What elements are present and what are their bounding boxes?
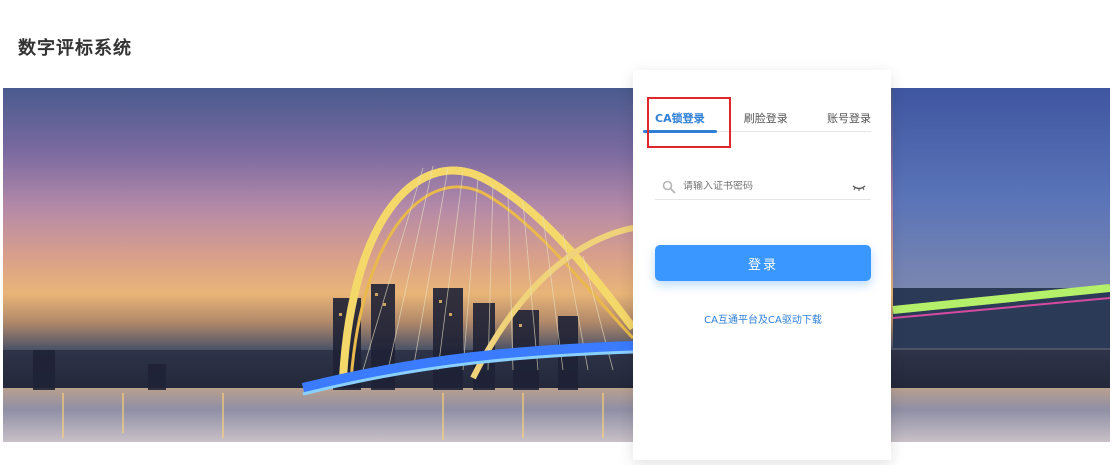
search-icon — [662, 180, 676, 193]
tab-ca-login[interactable]: CA锁登录 — [643, 110, 717, 133]
eye-icon[interactable] — [851, 179, 867, 195]
tab-account-login[interactable]: 账号登录 — [827, 110, 871, 132]
login-button[interactable]: 登录 — [655, 245, 871, 281]
login-tabs: CA锁登录 刷脸登录 账号登录 — [643, 110, 871, 133]
tab-face-login[interactable]: 刷脸登录 — [744, 110, 788, 132]
card-notch — [621, 70, 633, 88]
hero-bridge-image — [3, 88, 1110, 442]
ca-download-link[interactable]: CA互通平台及CA驱动下载 — [655, 311, 871, 326]
login-card: CA锁登录 刷脸登录 账号登录 登录 CA互通平台及CA驱动下载 — [633, 70, 891, 460]
hero-bridge-illustration — [33, 165, 1110, 440]
password-field-row — [655, 174, 871, 200]
password-input[interactable] — [683, 181, 851, 192]
page-title: 数字评标系统 — [18, 38, 132, 59]
